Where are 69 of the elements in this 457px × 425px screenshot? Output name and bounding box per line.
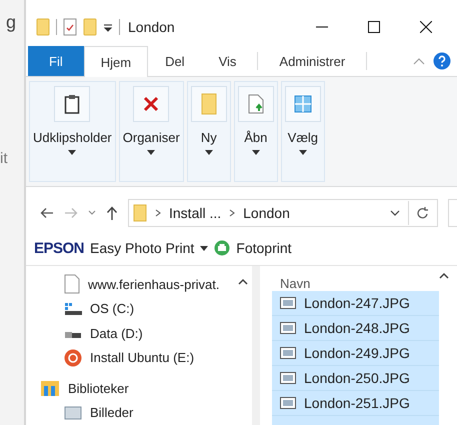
pictures-icon <box>64 406 82 420</box>
navigation-item[interactable]: Biblioteker <box>68 380 129 396</box>
drive-icon <box>64 302 82 316</box>
clipboard-icon <box>64 94 80 114</box>
ribbon-tab[interactable]: Fil <box>28 46 84 76</box>
caret-icon[interactable] <box>200 246 208 250</box>
caret-icon <box>147 150 156 155</box>
background-text: g <box>6 12 16 33</box>
breadcrumb-item[interactable]: Install ... <box>169 205 222 221</box>
navigation-item[interactable]: Data (D:) <box>90 326 143 341</box>
navigation-item[interactable]: www.ferienhaus-privat. <box>88 276 220 292</box>
folder-icon <box>133 204 147 222</box>
grid-icon <box>294 95 312 113</box>
ribbon-tab[interactable]: Hjem <box>84 46 148 77</box>
customize-caret-icon[interactable] <box>103 22 113 32</box>
image-file-icon <box>280 397 296 409</box>
file-row[interactable]: London-251.JPG <box>272 391 439 416</box>
file-row[interactable]: London-248.JPG <box>272 316 439 341</box>
folder-icon <box>200 93 217 115</box>
ribbon-tab[interactable]: Del <box>148 46 202 76</box>
brand-logo: EPSON <box>34 240 84 256</box>
caret-icon <box>298 150 307 155</box>
breadcrumb-item[interactable]: London <box>243 205 290 221</box>
ribbon-group-button[interactable]: Organiser <box>118 81 184 182</box>
library-icon <box>40 379 60 398</box>
file-row[interactable]: London-249.JPG <box>272 341 439 366</box>
close-icon <box>420 21 432 33</box>
window-title: London <box>128 19 175 35</box>
column-header[interactable]: Navn <box>272 272 318 291</box>
image-file-icon <box>280 297 296 309</box>
navigation-item[interactable]: OS (C:) <box>90 301 134 316</box>
refresh-icon[interactable] <box>417 206 429 220</box>
properties-icon[interactable] <box>63 18 77 36</box>
back-arrow-icon[interactable] <box>40 207 54 219</box>
address-bar[interactable]: Install ... London <box>128 199 438 227</box>
ribbon-group-button[interactable]: Ny <box>186 81 231 182</box>
printer-icon[interactable] <box>214 240 230 256</box>
ribbon-group-button[interactable]: Åbn <box>234 81 278 182</box>
toolbar-button[interactable]: Fotoprint <box>236 240 292 256</box>
navigation-item[interactable]: Billeder <box>90 405 134 420</box>
collapse-ribbon-icon[interactable] <box>413 57 425 65</box>
up-arrow-icon[interactable] <box>106 206 118 220</box>
toolbar-menu-button[interactable]: Easy Photo Print <box>90 240 194 256</box>
ribbon-tab[interactable]: Vis <box>202 46 254 76</box>
chevron-down-icon[interactable] <box>390 210 400 216</box>
image-file-icon <box>280 372 296 384</box>
search-field[interactable] <box>448 199 457 227</box>
ribbon-tab[interactable]: Administrer <box>262 46 362 76</box>
document-icon <box>64 274 80 294</box>
scroll-up-icon[interactable] <box>439 272 449 279</box>
image-file-icon <box>280 322 296 334</box>
document-arrow-icon <box>248 94 264 114</box>
chevron-right-icon[interactable] <box>155 209 161 217</box>
maximize-icon <box>368 21 380 33</box>
ubuntu-drive-icon <box>64 348 82 367</box>
background-text: it <box>0 150 8 167</box>
file-row[interactable]: London-247.JPG <box>272 291 439 316</box>
caret-icon <box>68 150 76 155</box>
scroll-up-icon[interactable] <box>238 278 248 285</box>
caret-icon <box>252 150 260 155</box>
navigation-item[interactable]: Install Ubuntu (E:) <box>90 350 194 366</box>
image-file-icon <box>280 347 296 359</box>
caret-icon <box>204 150 213 155</box>
ribbon-group-button[interactable]: Vælg <box>280 81 325 182</box>
file-row[interactable]: London-250.JPG <box>272 366 439 391</box>
help-icon[interactable] <box>433 52 451 70</box>
ribbon-group-button[interactable]: Udklipsholder <box>29 81 116 182</box>
chevron-right-icon[interactable] <box>229 209 236 217</box>
delete-icon <box>143 96 160 112</box>
